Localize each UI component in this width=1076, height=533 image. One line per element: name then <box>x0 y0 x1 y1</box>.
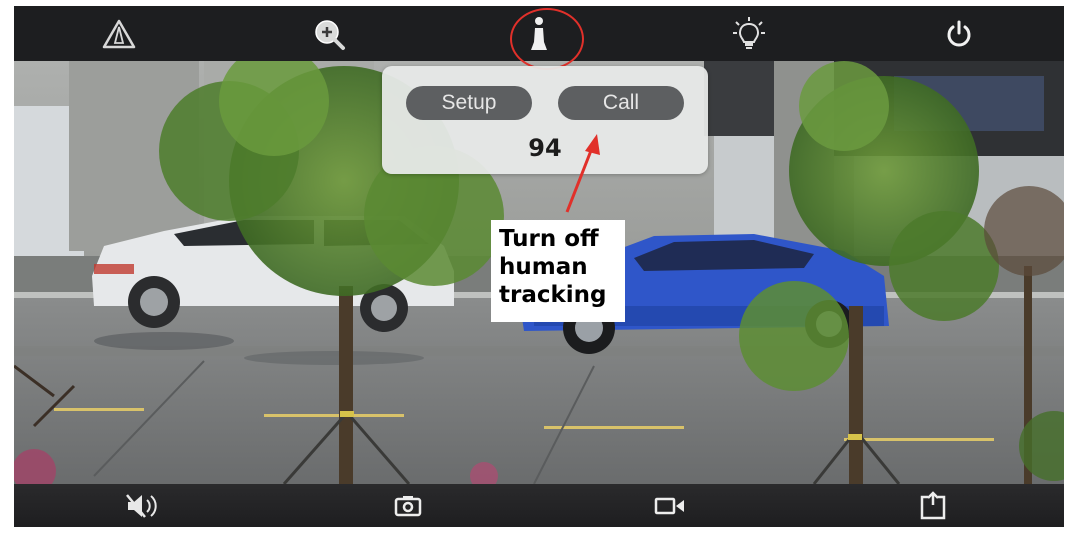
alarm-button[interactable] <box>89 10 149 58</box>
share-button[interactable] <box>903 482 963 528</box>
record-video-icon <box>655 497 685 514</box>
snapshot-camera-icon <box>394 495 421 516</box>
snapshot-button[interactable] <box>378 482 438 528</box>
human-tracking-button[interactable] <box>509 10 569 58</box>
bottom-toolbar <box>14 484 1064 527</box>
power-button[interactable] <box>929 10 989 58</box>
tracking-value: 94 <box>528 134 562 162</box>
mute-button[interactable] <box>115 482 175 528</box>
annotation-callout: Turn off human tracking <box>491 220 625 322</box>
warning-icon <box>102 19 136 48</box>
light-bulb-icon <box>733 16 765 49</box>
light-button[interactable] <box>719 10 779 58</box>
callout-line: tracking <box>499 282 607 308</box>
callout-line: human <box>499 254 588 280</box>
call-button[interactable]: Call <box>558 86 684 120</box>
callout-line: Turn off <box>499 226 599 252</box>
top-toolbar <box>14 6 1064 61</box>
share-icon <box>920 490 945 519</box>
setup-button[interactable]: Setup <box>406 86 532 120</box>
power-icon <box>947 20 971 46</box>
zoom-button[interactable] <box>299 10 359 58</box>
zoom-icon <box>315 19 345 50</box>
camera-view: Setup Call 94 Turn off human tracking <box>14 6 1064 527</box>
record-button[interactable] <box>640 482 700 528</box>
tracking-popup: Setup Call 94 <box>382 66 708 174</box>
speaker-mute-icon <box>126 493 157 518</box>
human-tracking-icon <box>531 16 547 50</box>
